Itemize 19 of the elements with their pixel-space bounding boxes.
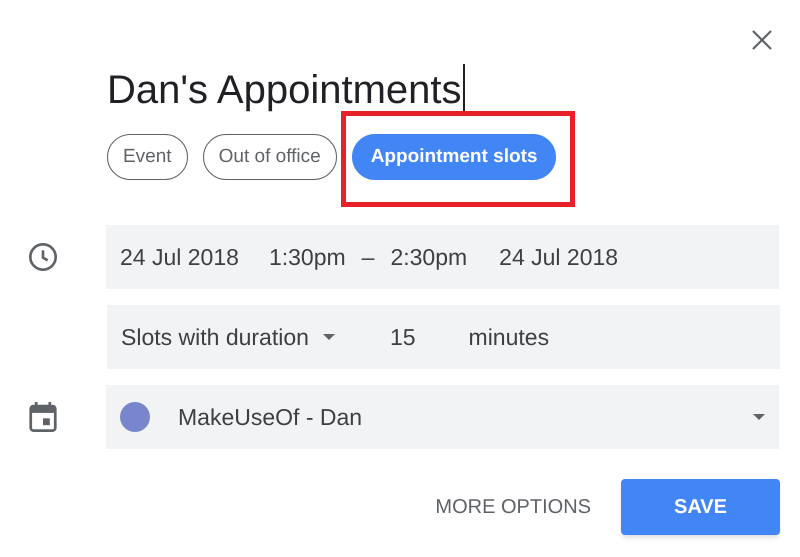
event-type-chip[interactable]: Out of office (202, 134, 337, 180)
event-type-chip[interactable]: Event (107, 134, 188, 180)
calendar-dropdown[interactable]: MakeUseOf - Dan (106, 385, 779, 449)
start-time[interactable]: 1:30pm (268, 240, 346, 274)
time-separator: – (362, 242, 374, 272)
start-date[interactable]: 24 Jul 2018 (120, 240, 239, 274)
duration-field[interactable]: 15 (390, 320, 416, 354)
save-button[interactable]: SAVE (621, 479, 780, 535)
caret-icon (322, 334, 335, 340)
duration-unit: minutes (468, 322, 550, 352)
title-field[interactable]: Dan's Appointments (107, 64, 465, 116)
more-options-button[interactable]: MORE OPTIONS (433, 492, 593, 522)
end-date[interactable]: 24 Jul 2018 (499, 240, 618, 274)
event-type-chip[interactable]: Appointment slots (352, 134, 556, 180)
calendar-icon (29, 402, 57, 432)
caret-icon (753, 414, 765, 420)
slots-mode-dropdown[interactable]: Slots with duration (121, 320, 335, 354)
end-time[interactable]: 2:30pm (390, 240, 468, 274)
clock-icon (27, 241, 59, 273)
